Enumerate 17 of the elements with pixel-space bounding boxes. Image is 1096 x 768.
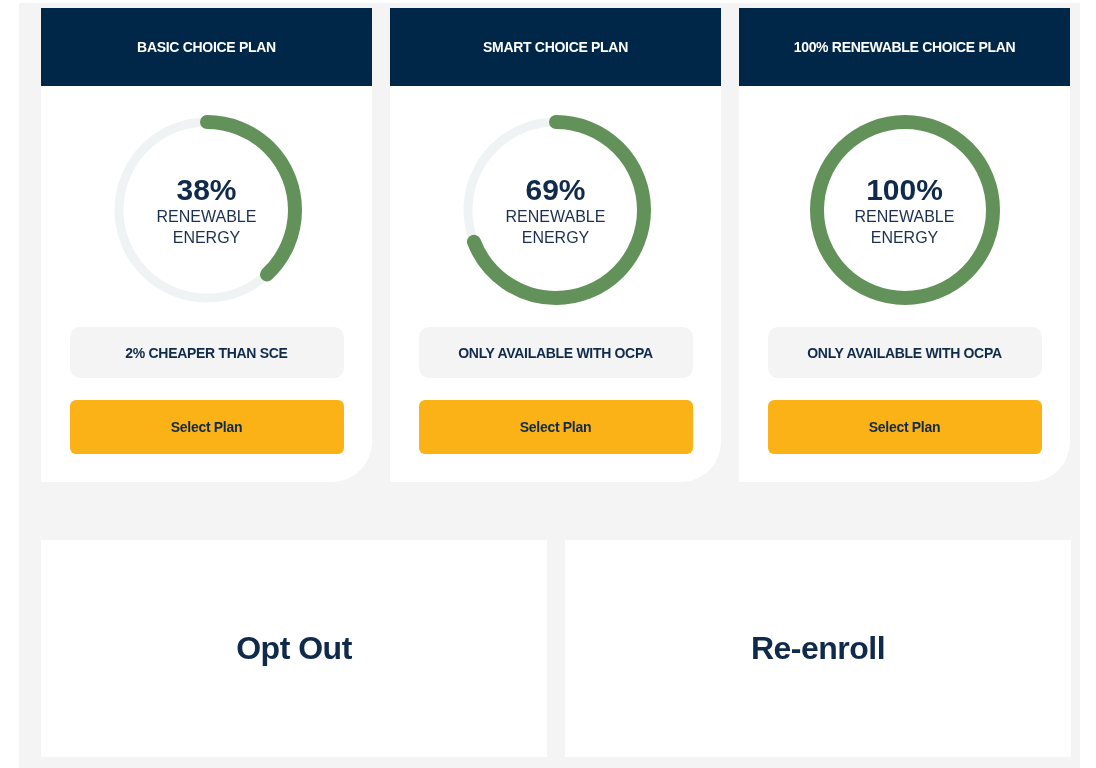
plan-title: BASIC CHOICE PLAN: [41, 8, 372, 86]
percent-caption: RENEWABLE ENERGY: [504, 206, 607, 248]
percent-value: 38%: [176, 172, 237, 206]
plan-note: 2% CHEAPER THAN SCE: [69, 327, 344, 378]
percent-value: 100%: [866, 172, 943, 206]
select-plan-button[interactable]: Select Plan: [767, 400, 1042, 454]
percent-caption: RENEWABLE ENERGY: [853, 206, 956, 248]
plan-note: ONLY AVAILABLE WITH OCPA: [767, 327, 1042, 378]
percent-value: 69%: [525, 172, 586, 206]
action-card[interactable]: Opt Out: [41, 540, 547, 757]
select-plan-button[interactable]: Select Plan: [69, 400, 344, 454]
plan-title: 100% RENEWABLE CHOICE PLAN: [739, 8, 1070, 86]
plan-title: SMART CHOICE PLAN: [390, 8, 721, 86]
plan-note: ONLY AVAILABLE WITH OCPA: [418, 327, 693, 378]
percent-caption: RENEWABLE ENERGY: [155, 206, 258, 248]
select-plan-button[interactable]: Select Plan: [418, 400, 693, 454]
action-card[interactable]: Re-enroll: [565, 540, 1071, 757]
